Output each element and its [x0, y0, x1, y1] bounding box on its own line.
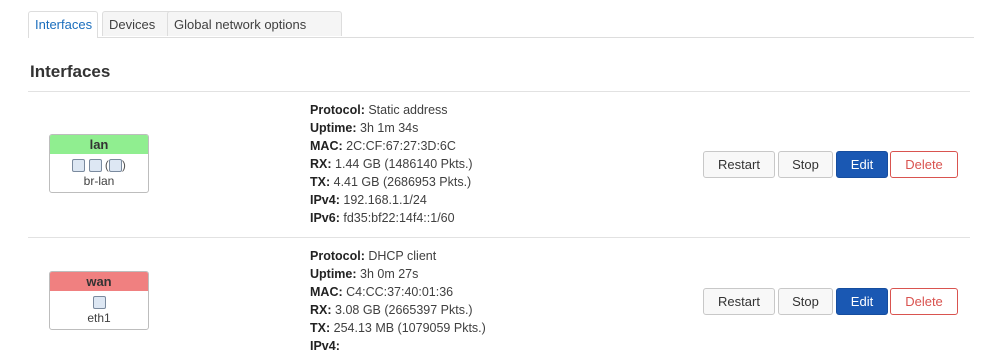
info-row: TX: 254.13 MB (1079059 Pkts.): [310, 321, 486, 335]
info-row: Protocol: Static address: [310, 103, 448, 117]
interface-badge-lan: lan () br-lan: [49, 134, 149, 193]
divider: [28, 237, 970, 238]
interface-info-wan: Protocol: DHCP client Uptime: 3h 0m 27s …: [310, 247, 486, 355]
ethernet-port-icon: [108, 159, 122, 173]
edit-button-wan[interactable]: Edit: [836, 288, 888, 315]
interface-device-lan: br-lan: [83, 174, 115, 188]
divider: [28, 91, 970, 92]
interface-name-lan: lan: [50, 135, 148, 154]
info-row: MAC: 2C:CF:67:27:3D:6C: [310, 139, 456, 153]
info-row: Protocol: DHCP client: [310, 249, 437, 263]
restart-button-lan[interactable]: Restart: [703, 151, 775, 178]
edit-button-lan[interactable]: Edit: [836, 151, 888, 178]
interface-name-wan: wan: [50, 272, 148, 291]
info-row: MAC: C4:CC:37:40:01:36: [310, 285, 454, 299]
tab-bar: Interfaces Devices Global network option…: [28, 11, 974, 38]
delete-button-lan[interactable]: Delete: [890, 151, 958, 178]
ethernet-port-icon: [72, 159, 86, 173]
interface-icons-wan: [50, 294, 148, 310]
info-row: IPv4:: [310, 339, 340, 353]
section-title: Interfaces: [30, 62, 111, 81]
tab-interfaces[interactable]: Interfaces: [28, 11, 98, 38]
tab-global-network-options[interactable]: Global network options: [167, 11, 342, 36]
restart-button-wan[interactable]: Restart: [703, 288, 775, 315]
stop-button-lan[interactable]: Stop: [778, 151, 833, 178]
interface-info-lan: Protocol: Static address Uptime: 3h 1m 3…: [310, 101, 473, 227]
info-row: Uptime: 3h 0m 27s: [310, 267, 419, 281]
ethernet-port-icon: [92, 296, 106, 310]
info-row: IPv6: fd35:bf22:14f4::1/60: [310, 211, 455, 225]
info-row: Uptime: 3h 1m 34s: [310, 121, 419, 135]
info-row: TX: 4.41 GB (2686953 Pkts.): [310, 175, 472, 189]
ethernet-port-icon: [88, 159, 102, 173]
interface-icons-lan: (): [50, 157, 148, 173]
info-row: RX: 3.08 GB (2665397 Pkts.): [310, 303, 473, 317]
info-row: IPv4: 192.168.1.1/24: [310, 193, 427, 207]
interface-badge-wan: wan eth1: [49, 271, 149, 330]
interface-device-wan: eth1: [87, 311, 111, 325]
stop-button-wan[interactable]: Stop: [778, 288, 833, 315]
delete-button-wan[interactable]: Delete: [890, 288, 958, 315]
info-row: RX: 1.44 GB (1486140 Pkts.): [310, 157, 473, 171]
